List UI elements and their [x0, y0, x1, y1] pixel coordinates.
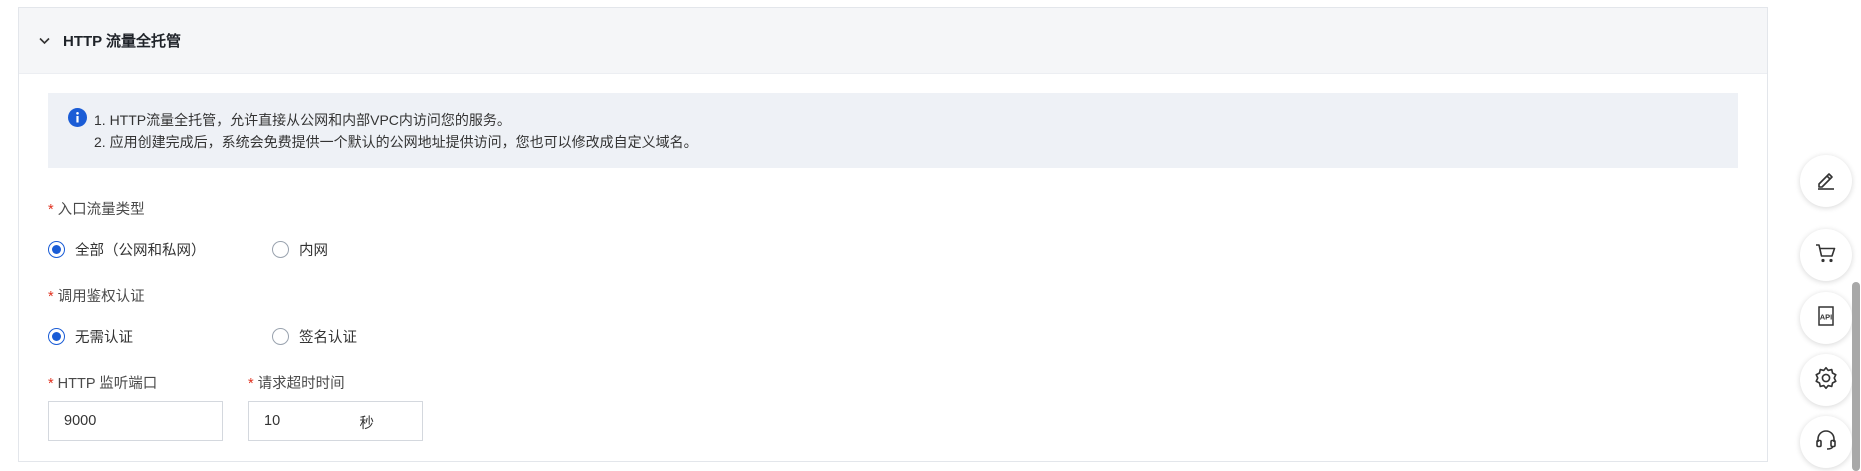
radio-button[interactable] — [272, 328, 289, 345]
required-mark: * — [48, 289, 54, 305]
ingress-type-label: * 入口流量类型 — [48, 198, 145, 219]
radio-ingress-internal[interactable]: 内网 — [272, 239, 328, 260]
support-headset-icon — [1814, 428, 1838, 457]
radio-auth-none-label: 无需认证 — [75, 330, 133, 346]
radio-button[interactable] — [272, 241, 289, 258]
auth-label: * 调用鉴权认证 — [48, 285, 145, 306]
settings-icon — [1813, 365, 1839, 396]
support-button[interactable] — [1800, 416, 1852, 468]
cart-icon — [1814, 241, 1838, 270]
radio-auth-none[interactable]: 无需认证 — [48, 326, 133, 347]
timeout-input-value: 10 — [264, 413, 281, 429]
port-label: * HTTP 监听端口 — [48, 372, 157, 393]
timeout-label-text: 请求超时时间 — [257, 376, 345, 392]
edit-button[interactable] — [1800, 155, 1852, 207]
required-mark: * — [48, 202, 54, 218]
radio-ingress-all-label: 全部（公网和私网） — [75, 243, 206, 259]
section-title: HTTP 流量全托管 — [63, 33, 182, 50]
chevron-down-icon[interactable] — [37, 34, 51, 48]
radio-button-checked[interactable] — [48, 241, 65, 258]
info-icon — [68, 108, 87, 127]
http-traffic-section: HTTP 流量全托管 1. HTTP流量全托管，允许直接从公网和内部VPC内访问… — [18, 7, 1768, 462]
required-mark: * — [48, 376, 54, 392]
settings-button[interactable] — [1800, 354, 1852, 406]
section-header[interactable]: HTTP 流量全托管 — [19, 8, 1767, 74]
info-notice: 1. HTTP流量全托管，允许直接从公网和内部VPC内访问您的服务。 2. 应用… — [48, 93, 1738, 168]
cart-button[interactable] — [1800, 229, 1852, 281]
timeout-input[interactable]: 10 秒 — [248, 401, 423, 441]
radio-auth-signature[interactable]: 签名认证 — [272, 326, 357, 347]
notice-line-1: 1. HTTP流量全托管，允许直接从公网和内部VPC内访问您的服务。 — [94, 112, 511, 128]
auth-label-text: 调用鉴权认证 — [57, 289, 145, 305]
timeout-unit: 秒 — [359, 416, 375, 432]
api-doc-button[interactable]: API — [1800, 292, 1852, 344]
api-doc-icon: API — [1814, 304, 1838, 333]
timeout-label: * 请求超时时间 — [248, 372, 345, 393]
ingress-type-label-text: 入口流量类型 — [57, 202, 145, 218]
notice-line-2: 2. 应用创建完成后，系统会免费提供一个默认的公网地址提供访问，您也可以修改成自… — [94, 134, 698, 150]
scrollbar-thumb[interactable] — [1852, 282, 1860, 471]
radio-ingress-internal-label: 内网 — [299, 243, 328, 259]
required-mark: * — [248, 376, 254, 392]
svg-text:API: API — [1820, 312, 1833, 321]
port-label-text: HTTP 监听端口 — [57, 376, 158, 392]
port-input[interactable]: 9000 — [48, 401, 223, 441]
edit-icon — [1814, 167, 1838, 196]
radio-button-checked[interactable] — [48, 328, 65, 345]
radio-ingress-all[interactable]: 全部（公网和私网） — [48, 239, 206, 260]
port-input-value: 9000 — [64, 413, 97, 429]
radio-auth-signature-label: 签名认证 — [299, 330, 357, 346]
